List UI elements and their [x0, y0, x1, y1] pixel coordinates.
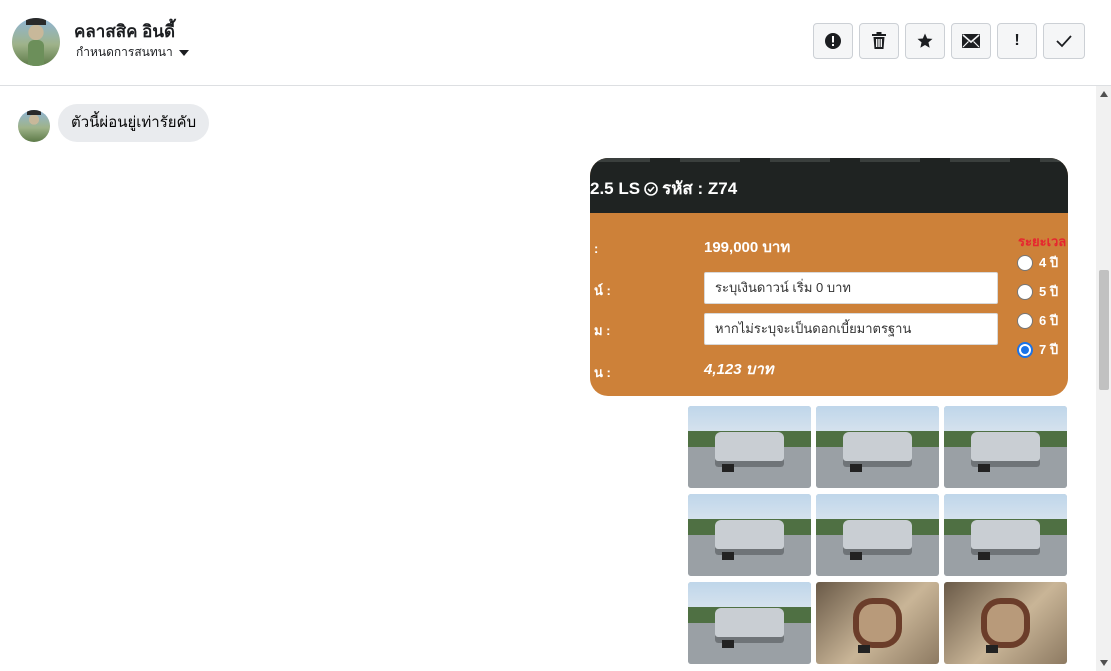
car-photo[interactable] [944, 582, 1067, 664]
period-title: ระยะเวล [1018, 234, 1067, 249]
incoming-message-bubble[interactable]: ตัวนี้ผ่อนยู่เท่ารัยคับ [58, 104, 210, 142]
period-option-5: 5 ปี [1017, 281, 1058, 302]
period-label: 5 ปี [1039, 284, 1059, 299]
header-toolbar: ! [813, 23, 1085, 59]
mark-done-button[interactable] [1043, 23, 1085, 59]
star-icon [917, 33, 933, 48]
period-radio [1017, 283, 1033, 300]
monthly-label: น : [594, 365, 611, 380]
installment-calculator-card[interactable]: 2.5 LS รหัส : Z74 : 199,000 บาท น์ : ระบ… [590, 158, 1068, 396]
car-photo[interactable] [944, 406, 1067, 488]
exclamation-icon: ! [1014, 32, 1020, 49]
model-label: 2.5 LS [590, 178, 641, 198]
car-photo[interactable] [816, 406, 939, 488]
car-photo[interactable] [944, 494, 1067, 576]
car-photo[interactable] [816, 582, 939, 664]
period-radio [1017, 312, 1033, 329]
period-label: 7 ปี [1039, 342, 1059, 357]
photo-grid [688, 406, 1068, 671]
scroll-down-arrow-icon[interactable] [1100, 660, 1108, 666]
period-label: 4 ปี [1039, 255, 1059, 270]
car-code: รหัส : Z74 [662, 179, 738, 198]
mark-unread-button[interactable] [951, 23, 991, 59]
price-label: : [594, 241, 599, 256]
check-icon [1056, 35, 1072, 48]
schedule-label: กำหนดการสนทนา [76, 45, 173, 59]
conversation-header: คลาสสิค อินดี้ กำหนดการสนทนา ! [0, 0, 1111, 86]
star-button[interactable] [905, 23, 945, 59]
period-label: 6 ปี [1039, 313, 1059, 328]
car-photo[interactable] [816, 494, 939, 576]
scrollbar-thumb[interactable] [1099, 270, 1109, 390]
down-payment-label: น์ : [594, 283, 611, 298]
period-radio-selected [1017, 341, 1033, 358]
car-photo[interactable] [688, 582, 811, 664]
alert-circle-icon [825, 33, 841, 49]
period-option-7: 7 ปี [1017, 339, 1058, 360]
interest-label: ม : [594, 323, 611, 338]
interest-input: หากไม่ระบุจะเป็นดอกเบี้ยมาตรฐาน [704, 313, 998, 345]
contact-name[interactable]: คลาสสิค อินดี้ [74, 18, 175, 45]
report-button[interactable] [813, 23, 853, 59]
spam-button[interactable]: ! [997, 23, 1037, 59]
scroll-up-arrow-icon[interactable] [1100, 91, 1108, 97]
monthly-value: 4,123 บาท [704, 361, 774, 378]
period-option-4: 4 ปี [1017, 252, 1058, 273]
mail-icon [962, 34, 980, 48]
card-header-strip [590, 158, 1068, 162]
period-option-6: 6 ปี [1017, 310, 1058, 331]
trash-icon [872, 32, 886, 49]
delete-button[interactable] [859, 23, 899, 59]
price-value: 199,000 บาท [704, 239, 791, 256]
verified-check-icon [644, 181, 658, 196]
car-photo[interactable] [688, 406, 811, 488]
card-title: 2.5 LS รหัส : Z74 [590, 175, 737, 202]
car-photo[interactable] [688, 494, 811, 576]
conversation-schedule-dropdown[interactable]: กำหนดการสนทนา [76, 43, 189, 62]
down-payment-input: ระบุเงินดาวน์ เริ่ม 0 บาท [704, 272, 998, 304]
contact-avatar[interactable] [12, 18, 60, 66]
caret-down-icon [178, 49, 189, 56]
card-header: 2.5 LS รหัส : Z74 [590, 158, 1068, 213]
sender-avatar[interactable] [18, 110, 50, 142]
period-radio [1017, 254, 1033, 271]
